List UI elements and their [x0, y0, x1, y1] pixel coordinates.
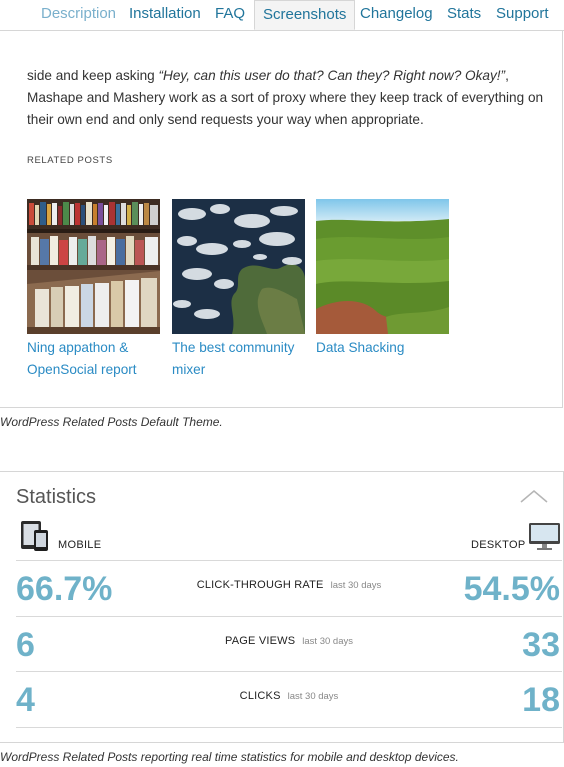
screenshot-caption: WordPress Related Posts reporting real t… [0, 750, 459, 764]
related-post-2[interactable]: The best community mixer [172, 199, 312, 381]
stat-metric: PAGE VIEWS last 30 days [16, 631, 562, 649]
mobile-devices-icon [21, 521, 48, 551]
article-text-start: side and keep asking [27, 68, 159, 83]
article-excerpt: side and keep asking “Hey, can this user… [27, 65, 557, 131]
related-posts-heading: RELATED POSTS [27, 155, 113, 166]
screenshot-caption: WordPress Related Posts Default Theme. [0, 415, 223, 429]
related-post-link[interactable]: Data Shacking [316, 337, 456, 359]
related-post-thumbnail[interactable] [172, 199, 305, 334]
tab-changelog[interactable]: Changelog [360, 0, 433, 30]
statistics-title: Statistics [16, 486, 97, 508]
plugin-tabs: Description Installation FAQ Screenshots… [0, 0, 564, 31]
stat-row-page-views: 6 PAGE VIEWS last 30 days 33 [16, 616, 562, 672]
related-post-thumbnail[interactable] [27, 199, 160, 334]
related-post-link[interactable]: Ning appathon & OpenSocial report [27, 337, 167, 381]
collapse-chevron-up-icon[interactable] [519, 488, 549, 504]
tab-stats[interactable]: Stats [447, 0, 481, 30]
metric-label: CLICKS [239, 690, 281, 702]
stat-row-clicks: 4 CLICKS last 30 days 18 [16, 671, 562, 728]
metric-period: last 30 days [302, 636, 353, 647]
screenshot-statistics: Statistics MOBILE DESKTOP 66.7% CLICK-TH… [0, 471, 564, 743]
stat-row-ctr: 66.7% CLICK-THROUGH RATE last 30 days 54.… [16, 560, 562, 616]
metric-period: last 30 days [330, 580, 382, 591]
tab-screenshots[interactable]: Screenshots [254, 0, 356, 30]
related-post-link[interactable]: The best community mixer [172, 337, 312, 381]
desktop-label: DESKTOP [471, 539, 526, 551]
metric-period: last 30 days [287, 691, 339, 702]
desktop-monitor-icon [529, 523, 560, 550]
related-post-1[interactable]: Ning appathon & OpenSocial report [27, 199, 167, 381]
related-post-thumbnail[interactable] [316, 199, 449, 334]
tab-description[interactable]: Description [41, 0, 116, 30]
tab-support[interactable]: Support [496, 0, 549, 30]
stat-metric: CLICKS last 30 days [16, 686, 562, 704]
article-quote: “Hey, can this user do that? Can they? R… [158, 68, 506, 83]
related-post-3[interactable]: Data Shacking [316, 199, 456, 359]
desktop-clicks-value: 18 [522, 681, 560, 719]
metric-label: PAGE VIEWS [225, 635, 296, 647]
tab-installation[interactable]: Installation [129, 0, 201, 30]
desktop-pageviews-value: 33 [522, 626, 560, 664]
mobile-label: MOBILE [58, 539, 102, 551]
screenshot-related-posts: side and keep asking “Hey, can this user… [0, 31, 563, 408]
metric-label: CLICK-THROUGH RATE [196, 579, 324, 591]
tab-faq[interactable]: FAQ [215, 0, 245, 30]
desktop-ctr-value: 54.5% [463, 570, 560, 608]
